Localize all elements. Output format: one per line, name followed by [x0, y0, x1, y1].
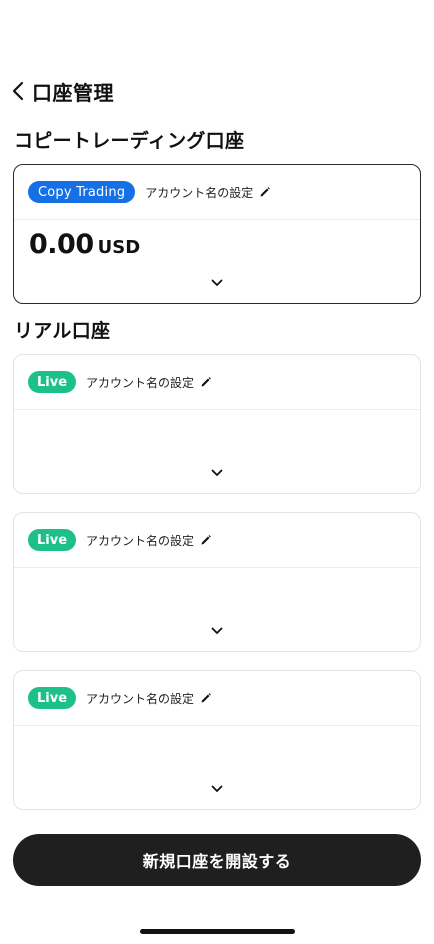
edit-name-button[interactable] [200, 692, 212, 704]
balance-amount: 0.00 [29, 229, 94, 260]
copy-trading-section-title: コピートレーディング口座 [14, 130, 245, 152]
live-badge: Live [28, 687, 77, 709]
real-account-section-title: リアル口座 [14, 320, 111, 342]
live-badge: Live [28, 371, 77, 393]
chevron-down-icon [211, 469, 223, 476]
edit-name-button[interactable] [259, 186, 271, 198]
pencil-icon [260, 187, 271, 197]
expand-button[interactable] [209, 467, 225, 479]
live-account-card[interactable]: Live アカウント名の設定 [13, 354, 421, 494]
edit-name-button[interactable] [200, 534, 212, 546]
expand-button[interactable] [209, 277, 225, 289]
chevron-down-icon [211, 785, 223, 792]
balance-currency: USD [97, 237, 141, 258]
back-chevron-icon [12, 81, 24, 101]
card-header: Copy Trading アカウント名の設定 [14, 165, 420, 220]
expand-button[interactable] [209, 783, 225, 795]
copy-trading-badge: Copy Trading [28, 181, 136, 203]
account-name-label[interactable]: アカウント名の設定 [86, 690, 194, 707]
expand-button[interactable] [209, 625, 225, 637]
home-indicator [140, 929, 295, 934]
chevron-down-icon [211, 627, 223, 634]
header: 口座管理 [12, 76, 114, 106]
account-name-label[interactable]: アカウント名の設定 [145, 184, 253, 201]
open-new-account-button[interactable]: 新規口座を開設する [13, 834, 421, 886]
card-header: Live アカウント名の設定 [14, 355, 420, 410]
account-name-label[interactable]: アカウント名の設定 [86, 374, 194, 391]
account-name-label[interactable]: アカウント名の設定 [86, 532, 194, 549]
live-badge: Live [28, 529, 77, 551]
live-account-card[interactable]: Live アカウント名の設定 [13, 670, 421, 810]
page-title: 口座管理 [32, 80, 114, 105]
chevron-down-icon [211, 279, 223, 286]
pencil-icon [201, 693, 211, 703]
copy-trading-account-card[interactable]: Copy Trading アカウント名の設定 0.00 USD [13, 164, 421, 304]
card-header: Live アカウント名の設定 [14, 671, 420, 726]
card-header: Live アカウント名の設定 [14, 513, 420, 568]
balance: 0.00 USD [29, 229, 140, 260]
edit-name-button[interactable] [200, 376, 212, 388]
account-management-screen: 口座管理 コピートレーディング口座 Copy Trading アカウント名の設定… [0, 0, 434, 944]
back-button[interactable] [12, 78, 32, 104]
pencil-icon [201, 377, 211, 387]
live-account-card[interactable]: Live アカウント名の設定 [13, 512, 421, 652]
pencil-icon [201, 535, 211, 545]
